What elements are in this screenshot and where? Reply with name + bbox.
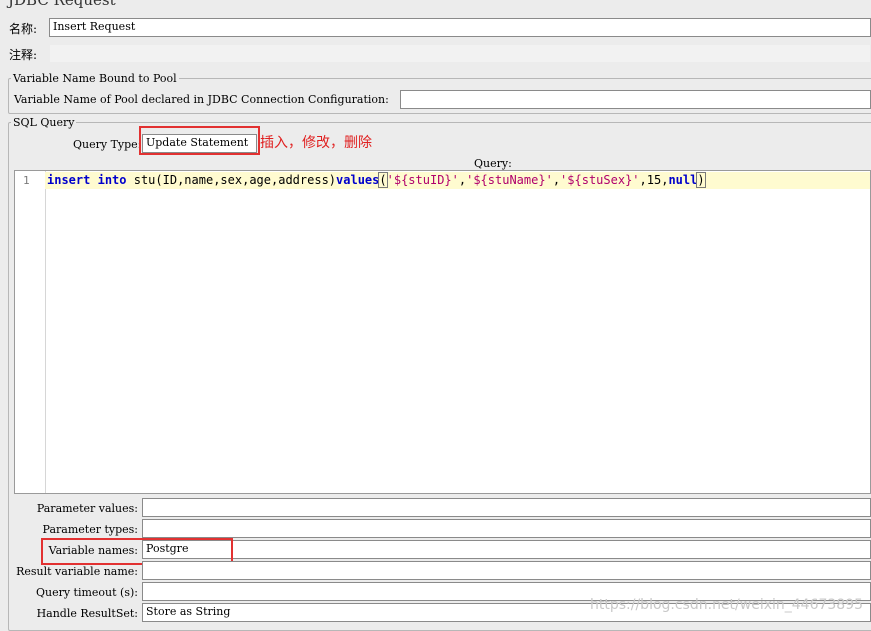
query-type-label: Query Type: [73,138,142,151]
window-title: JDBC Request [8,0,116,9]
code-keyword-into: into [97,173,127,187]
code-comma-2: , [552,173,561,187]
code-open-paren: ( [378,172,388,188]
editor-gutter: 1 [15,171,46,493]
result-variable-name-field[interactable] [142,561,871,580]
sql-query-legend: SQL Query [13,116,75,129]
code-number-age: ,15, [639,173,669,187]
query-editor[interactable]: 1 insert into stu(ID,name,sex,age,addres… [14,170,871,494]
parameter-values-field[interactable] [142,498,871,517]
text-caret [704,173,706,186]
name-label: 名称: [9,22,38,36]
query-header-label: Query: [474,157,512,170]
code-string-stuname: '${stuName}' [466,173,553,187]
comment-label: 注释: [9,48,38,62]
parameter-types-label: Parameter types: [42,523,138,536]
handle-resultset-label: Handle ResultSet: [36,607,138,620]
variable-names-field[interactable]: Postgre [142,540,871,559]
pool-name-field[interactable] [400,90,871,109]
pool-legend: Variable Name Bound to Pool [13,72,177,85]
name-field[interactable]: Insert Request [49,18,871,37]
query-type-highlight-box [139,126,260,155]
code-keyword-insert: insert [47,173,91,187]
code-line[interactable]: insert into stu(ID,name,sex,age,address)… [45,172,870,189]
result-variable-name-label: Result variable name: [16,565,138,578]
parameter-values-label: Parameter values: [36,502,138,515]
code-table-columns: stu(ID,name,sex,age,address) [133,173,337,187]
code-keyword-null: null [668,173,698,187]
comment-field[interactable] [49,44,871,63]
line-number: 1 [23,174,30,187]
pool-name-label: Variable Name of Pool declared in JDBC C… [14,93,389,106]
watermark-text: https://blog.csdn.net/weixin_44673895 [590,597,864,613]
code-string-stuid: '${stuID}' [386,173,459,187]
query-type-annotation: 插入，修改，删除 [260,135,372,151]
code-close-paren: ) [696,172,706,188]
parameter-types-field[interactable] [142,519,871,538]
code-string-stusex: '${stuSex}' [560,173,640,187]
query-timeout-label: Query timeout (s): [35,586,138,599]
code-keyword-values: values [336,173,380,187]
